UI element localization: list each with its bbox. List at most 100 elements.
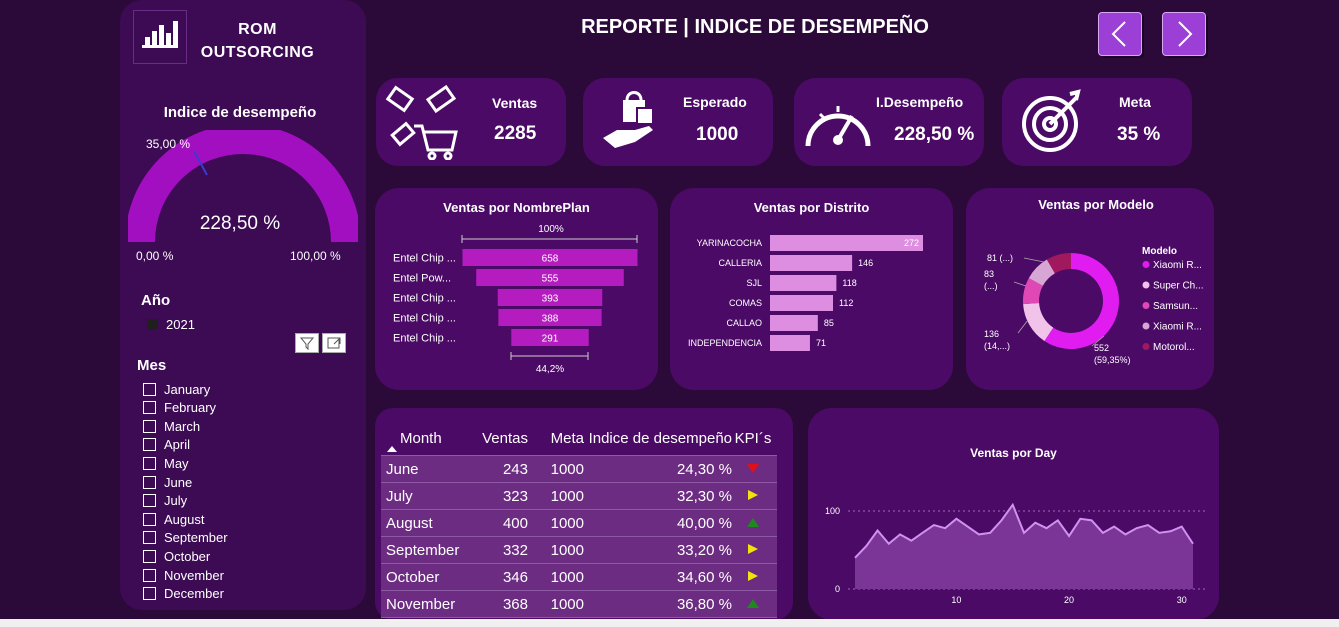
kpi-desempeno-value: 228,50 %: [894, 124, 975, 145]
funnel-bar-label: Entel Chip ...: [393, 293, 456, 305]
month-checkbox[interactable]: [143, 456, 156, 470]
legend-swatch: [1142, 302, 1150, 309]
bottom-scrollbar[interactable]: [0, 619, 1339, 627]
table-row[interactable]: November 368 1000 36,80 %: [381, 591, 777, 618]
cell-kpi: [732, 543, 774, 558]
year-checkbox[interactable]: [147, 319, 158, 330]
cell-month: October: [386, 568, 440, 586]
previous-page-button[interactable]: [1098, 12, 1142, 56]
month-option[interactable]: July: [143, 492, 187, 510]
funnel-bar-value: 658: [542, 254, 559, 265]
funnel-bar-label: Entel Chip ...: [393, 253, 456, 265]
sort-ascending-icon[interactable]: [387, 445, 397, 453]
month-checkbox[interactable]: [143, 568, 156, 582]
table-row[interactable]: July 323 1000 32,30 %: [381, 483, 777, 510]
table-row[interactable]: June 243 1000 24,30 %: [381, 456, 777, 483]
col-ventas-header[interactable]: Ventas: [472, 430, 528, 447]
year-filter-title: Año: [141, 292, 171, 309]
gauge-max: 100,00 %: [290, 249, 341, 263]
month-label: November: [164, 567, 224, 583]
kpi-esperado-value: 1000: [696, 124, 739, 145]
cell-indice: 40,00 %: [676, 514, 732, 532]
district-bar[interactable]: [770, 315, 818, 331]
gauge-title: Indice de desempeño: [163, 104, 317, 121]
month-option[interactable]: March: [143, 417, 200, 435]
x-tick-label: 10: [951, 595, 961, 605]
month-option[interactable]: January: [143, 380, 210, 398]
month-checkbox[interactable]: [143, 512, 156, 526]
cell-kpi: [732, 597, 774, 612]
x-tick-label: 30: [1177, 595, 1187, 605]
month-checkbox[interactable]: [143, 419, 156, 433]
year-option-label: 2021: [166, 317, 195, 332]
model-donut-chart: 552 (59,35%) 136 (14,...) 83 (...) 81 (...) Mod…: [984, 246, 1204, 365]
funnel-bar-label: Entel Pow...: [393, 273, 451, 285]
month-option[interactable]: August: [143, 510, 204, 528]
table-row[interactable]: September 332 1000 33,20 %: [381, 537, 777, 564]
month-option[interactable]: December: [143, 585, 224, 603]
district-label: CALLERIA: [718, 258, 762, 268]
funnel-bar-label: Entel Chip ...: [393, 313, 456, 325]
district-value: 118: [842, 278, 856, 288]
month-option[interactable]: February: [143, 399, 216, 417]
cell-kpi: [732, 570, 774, 585]
cell-meta: 1000: [550, 541, 584, 559]
col-meta-header[interactable]: Meta: [528, 430, 584, 447]
district-bar[interactable]: [770, 235, 923, 251]
chevron-right-icon: [1178, 21, 1193, 47]
expand-icon[interactable]: [322, 333, 346, 353]
funnel-bar-label: Entel Chip ...: [393, 333, 456, 345]
legend-item[interactable]: Xiaomi R...: [1153, 260, 1202, 271]
page-title: REPORTE | INDICE DE DESEMPEÑO: [581, 16, 929, 38]
month-checkbox[interactable]: [143, 438, 156, 452]
district-bar[interactable]: [770, 255, 853, 271]
table-row[interactable]: October 346 1000 34,60 %: [381, 564, 777, 591]
month-label: October: [164, 548, 211, 564]
brand-name: ROM OUTSORCING: [190, 18, 325, 64]
month-checkbox[interactable]: [143, 475, 156, 489]
legend-item[interactable]: Xiaomi R...: [1153, 322, 1202, 333]
filter-icon[interactable]: [295, 333, 319, 353]
month-option[interactable]: November: [143, 566, 224, 584]
donut-label-pct: (59,35%): [1094, 355, 1131, 365]
district-bar[interactable]: [770, 295, 833, 311]
month-checkbox[interactable]: [143, 401, 156, 415]
district-label: SJL: [746, 278, 762, 288]
next-page-button[interactable]: [1162, 12, 1206, 56]
district-bar[interactable]: [770, 275, 837, 291]
cell-indice: 33,20 %: [676, 541, 732, 559]
month-checkbox[interactable]: [143, 531, 156, 545]
cell-month: June: [386, 460, 419, 478]
donut-label-pct: (...): [984, 281, 998, 291]
month-option[interactable]: October: [143, 547, 210, 565]
table-body: June 243 1000 24,30 % July 323 1000 32,30 % Augu…: [381, 456, 777, 618]
logo: [133, 10, 187, 64]
table-row[interactable]: August 400 1000 40,00 %: [381, 510, 777, 537]
year-option-2021[interactable]: 2021: [147, 317, 195, 332]
donut-label: 81 (...): [987, 253, 1013, 263]
legend-item[interactable]: Samsun...: [1153, 301, 1198, 312]
month-label: February: [164, 400, 217, 416]
cell-meta: 1000: [550, 514, 584, 532]
legend-item[interactable]: Super Ch...: [1153, 281, 1204, 292]
cell-kpi: [732, 489, 774, 504]
cell-indice: 32,30 %: [676, 487, 732, 505]
col-kpi-header[interactable]: KPI´s: [732, 430, 774, 447]
month-checkbox[interactable]: [143, 587, 156, 601]
month-checkbox[interactable]: [143, 549, 156, 563]
month-option[interactable]: April: [143, 436, 190, 454]
district-bar[interactable]: [770, 335, 810, 351]
month-option[interactable]: May: [143, 454, 189, 472]
donut-label: 83: [984, 269, 994, 279]
col-indice-header[interactable]: Indice de desempeño: [584, 430, 732, 447]
month-option[interactable]: June: [143, 473, 192, 491]
brand-line2: OUTSORCING: [200, 44, 315, 61]
month-option[interactable]: September: [143, 529, 228, 547]
col-month-header[interactable]: Month: [381, 430, 472, 447]
month-checkbox[interactable]: [143, 494, 156, 508]
month-checkbox[interactable]: [143, 382, 156, 396]
day-area-chart: 0 100 10 20 30: [825, 502, 1208, 605]
legend-item[interactable]: Motorol...: [1153, 342, 1195, 353]
donut-label: 552: [1094, 343, 1109, 353]
legend-swatch: [1142, 343, 1150, 350]
